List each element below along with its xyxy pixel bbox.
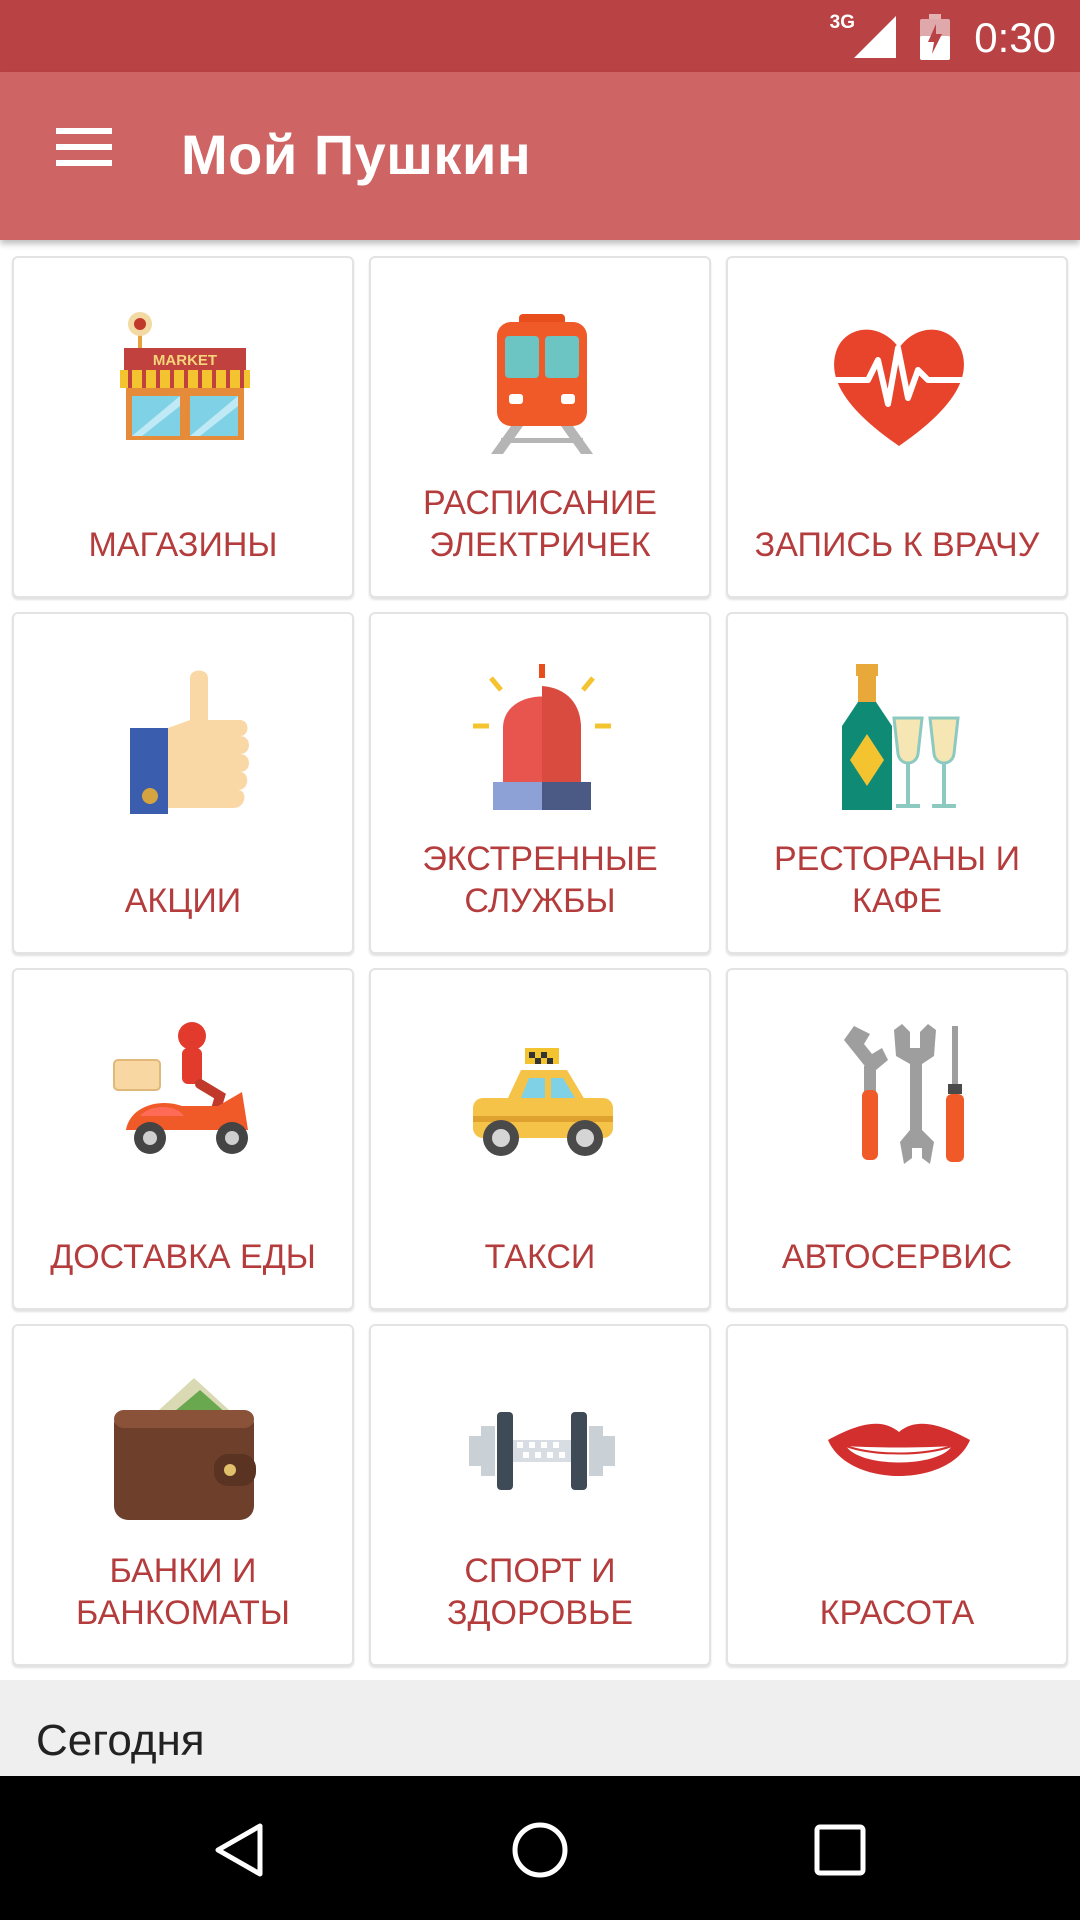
app-bar: Мой Пушкин bbox=[0, 72, 1080, 240]
hamburger-menu-icon[interactable] bbox=[44, 122, 116, 182]
tile-label: ТАКСИ bbox=[484, 1238, 596, 1276]
app-title: Мой Пушкин bbox=[181, 123, 532, 186]
tile-train-schedule[interactable]: РАСПИСАНИЕ ЭЛЕКТРИЧЕК bbox=[369, 256, 711, 598]
tile-label: АВТОСЕРВИС bbox=[781, 1238, 1013, 1276]
taxi-icon bbox=[473, 1048, 613, 1156]
siren-icon bbox=[473, 664, 611, 810]
today-section-header: Сегодня bbox=[0, 1680, 1080, 1776]
tile-car-service[interactable]: АВТОСЕРВИС bbox=[726, 968, 1068, 1310]
tile-taxi[interactable]: ТАКСИ bbox=[369, 968, 711, 1310]
tile-emergency-services[interactable]: ЭКСТРЕННЫЕ СЛУЖБЫ bbox=[369, 612, 711, 954]
tile-label: ДОСТАВКА ЕДЫ bbox=[50, 1238, 316, 1276]
tile-sport-health[interactable]: СПОРТ И ЗДОРОВЬЕ bbox=[369, 1324, 711, 1666]
tools-icon bbox=[844, 1024, 964, 1164]
dumbbell-icon bbox=[469, 1412, 615, 1490]
recent-apps-icon[interactable] bbox=[808, 1818, 872, 1882]
tile-restaurants-cafes[interactable]: РЕСТОРАНЫ И КАФЕ bbox=[726, 612, 1068, 954]
tile-label: АКЦИИ bbox=[124, 882, 242, 920]
tile-label: ЗАПИСЬ К ВРАЧУ bbox=[754, 526, 1040, 564]
status-bar: 3G 0:30 bbox=[0, 0, 1080, 72]
tile-label: КРАСОТА bbox=[819, 1594, 975, 1632]
tile-shops[interactable]: MARKET МАГАЗИНЫ bbox=[12, 256, 354, 598]
battery-icon bbox=[920, 14, 950, 60]
delivery-scooter-icon bbox=[113, 1022, 248, 1154]
champagne-glasses-icon bbox=[842, 664, 960, 810]
market-sign-text: MARKET bbox=[153, 352, 217, 369]
tile-label: СПОРТ И ЗДОРОВЬЕ bbox=[446, 1552, 634, 1632]
tile-promotions[interactable]: АКЦИИ bbox=[12, 612, 354, 954]
back-icon[interactable] bbox=[208, 1818, 272, 1882]
wallet-icon bbox=[114, 1378, 256, 1520]
market-store-icon: MARKET bbox=[120, 312, 250, 440]
tile-label: БАНКИ И БАНКОМАТЫ bbox=[76, 1552, 290, 1632]
lips-icon bbox=[828, 1423, 970, 1476]
today-label: Сегодня bbox=[36, 1716, 205, 1765]
clock: 0:30 bbox=[974, 14, 1056, 61]
tile-label: ЭКСТРЕННЫЕ СЛУЖБЫ bbox=[422, 840, 658, 920]
thumbs-up-icon bbox=[130, 670, 249, 814]
tile-doctor-appointment[interactable]: ЗАПИСЬ К ВРАЧУ bbox=[726, 256, 1068, 598]
category-grid: MARKET МАГАЗИНЫ РАСПИСАНИЕ ЭЛЕКТРИЧЕК ЗА… bbox=[12, 256, 1068, 1666]
tile-label: РАСПИСАНИЕ ЭЛЕКТРИЧЕК bbox=[423, 484, 657, 564]
heart-pulse-icon bbox=[828, 329, 970, 446]
tile-label: РЕСТОРАНЫ И КАФЕ bbox=[773, 840, 1021, 920]
tile-label: МАГАЗИНЫ bbox=[88, 526, 278, 564]
tile-food-delivery[interactable]: ДОСТАВКА ЕДЫ bbox=[12, 968, 354, 1310]
system-nav-bar bbox=[0, 1776, 1080, 1920]
home-icon[interactable] bbox=[508, 1818, 572, 1882]
tile-beauty[interactable]: КРАСОТА bbox=[726, 1324, 1068, 1666]
train-icon bbox=[491, 314, 593, 454]
tile-banks-atms[interactable]: БАНКИ И БАНКОМАТЫ bbox=[12, 1324, 354, 1666]
signal-icon bbox=[854, 16, 896, 58]
